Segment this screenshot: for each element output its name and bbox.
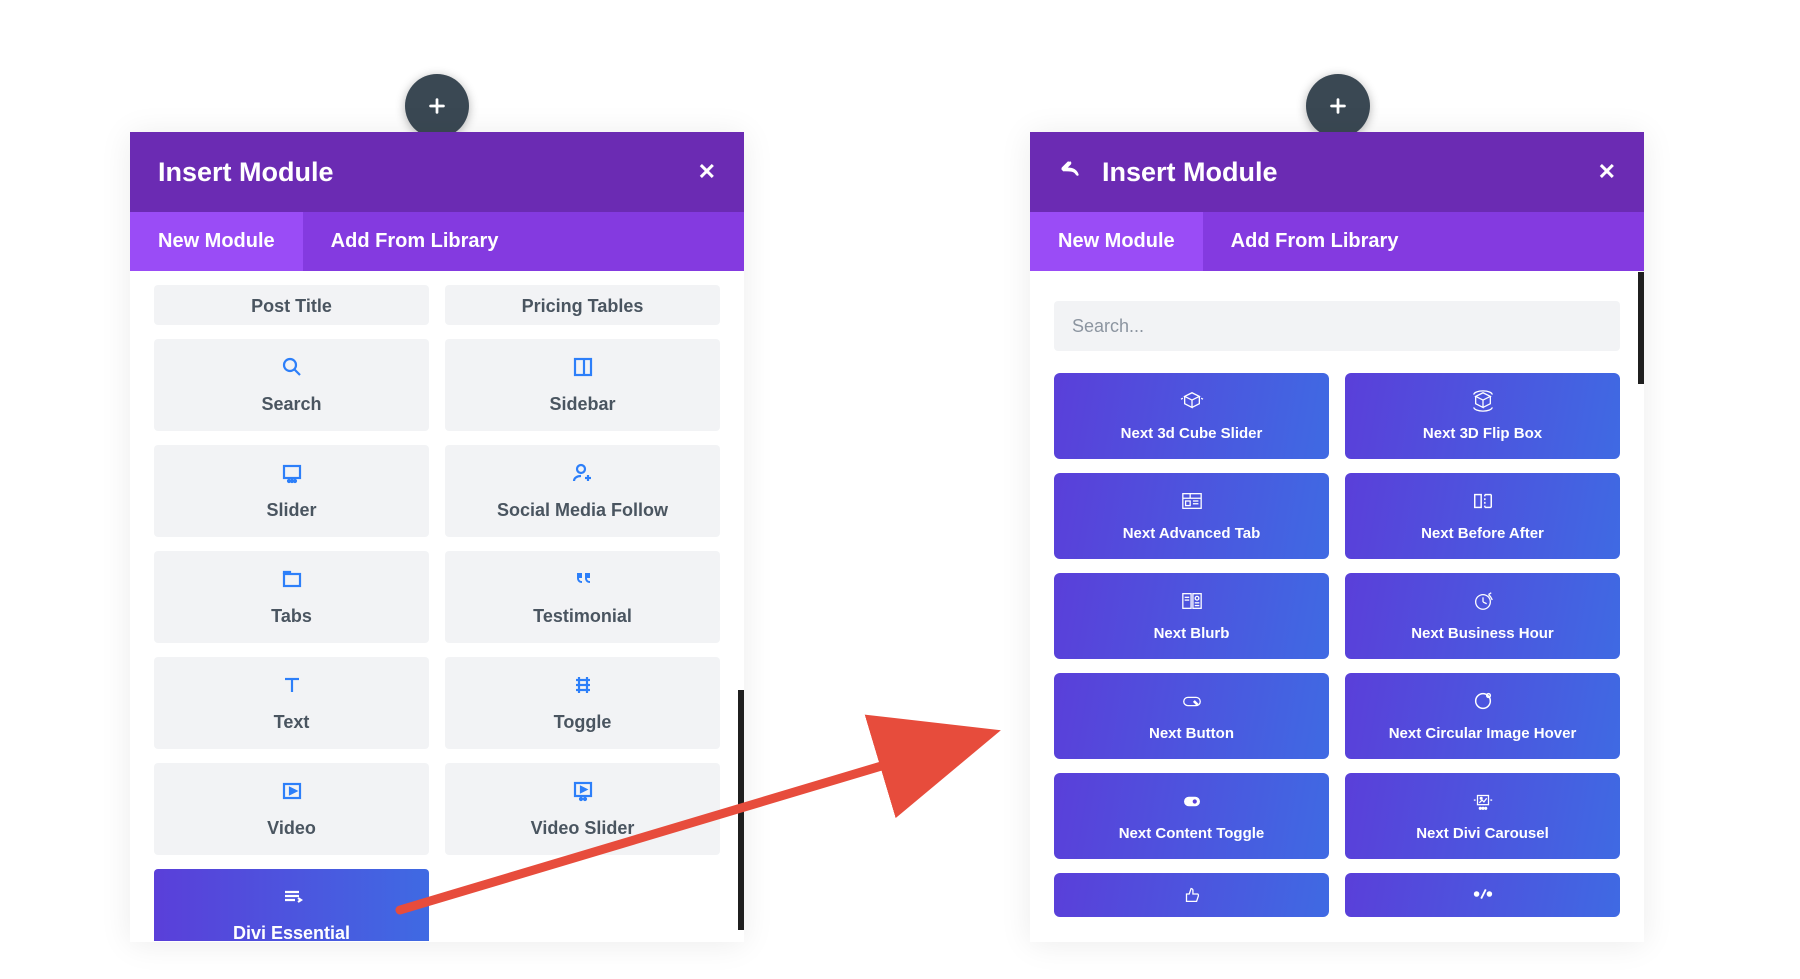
module-next-circular-image-hover[interactable]: Next Circular Image Hover [1345, 673, 1620, 759]
panel-body: Next 3d Cube Slider Next 3D Flip Box Nex… [1030, 271, 1644, 941]
sidebar-icon [571, 355, 595, 384]
module-slider[interactable]: Slider [154, 445, 429, 537]
panel-title: Insert Module [1102, 157, 1278, 188]
module-next-button[interactable]: Next Button [1054, 673, 1329, 759]
module-sidebar[interactable]: Sidebar [445, 339, 720, 431]
module-search[interactable]: Search [154, 339, 429, 431]
back-icon[interactable] [1058, 159, 1084, 186]
blurb-icon [1179, 590, 1205, 617]
panel-tabs: New Module Add From Library [130, 212, 744, 271]
video-slider-icon [571, 779, 595, 808]
thumbs-up-icon [1179, 883, 1205, 910]
module-next-blurb[interactable]: Next Blurb [1054, 573, 1329, 659]
module-post-title[interactable]: Post Title [154, 285, 429, 325]
panel-header: Insert Module ✕ [130, 132, 744, 212]
module-next-advanced-tab[interactable]: Next Advanced Tab [1054, 473, 1329, 559]
close-icon[interactable]: ✕ [1598, 159, 1616, 185]
module-next-before-after[interactable]: Next Before After [1345, 473, 1620, 559]
module-next-partial-left[interactable] [1054, 873, 1329, 917]
advanced-tab-icon [1179, 490, 1205, 517]
module-text[interactable]: Text [154, 657, 429, 749]
search-input[interactable] [1054, 301, 1620, 351]
video-icon [280, 779, 304, 808]
carousel-icon [1470, 790, 1496, 817]
scrollbar-thumb[interactable] [738, 690, 744, 930]
module-divi-essential[interactable]: Divi Essential [154, 869, 429, 941]
add-module-button[interactable] [1306, 74, 1370, 138]
tab-add-from-library[interactable]: Add From Library [1203, 212, 1427, 271]
search-icon [280, 355, 304, 384]
tab-add-from-library[interactable]: Add From Library [303, 212, 527, 271]
tab-new-module[interactable]: New Module [1030, 212, 1203, 271]
circle-image-icon [1470, 690, 1496, 717]
panel-title: Insert Module [158, 157, 334, 188]
module-next-divi-carousel[interactable]: Next Divi Carousel [1345, 773, 1620, 859]
clock-icon [1470, 590, 1496, 617]
add-module-button[interactable] [405, 74, 469, 138]
module-next-partial-right[interactable] [1345, 873, 1620, 917]
insert-module-panel-right: Insert Module ✕ New Module Add From Libr… [1030, 132, 1644, 942]
quote-icon [571, 567, 595, 596]
toggle-list-icon [571, 673, 595, 702]
insert-module-panel-left: Insert Module ✕ New Module Add From Libr… [130, 132, 744, 942]
panel-header: Insert Module ✕ [1030, 132, 1644, 212]
module-next-business-hour[interactable]: Next Business Hour [1345, 573, 1620, 659]
person-plus-icon [571, 461, 595, 490]
slider-icon [280, 461, 304, 490]
module-video[interactable]: Video [154, 763, 429, 855]
module-social-media-follow[interactable]: Social Media Follow [445, 445, 720, 537]
dots-slash-icon [1470, 883, 1496, 910]
before-after-icon [1470, 490, 1496, 517]
close-icon[interactable]: ✕ [698, 159, 716, 185]
module-video-slider[interactable]: Video Slider [445, 763, 720, 855]
toggle-switch-icon [1179, 790, 1205, 817]
module-tabs[interactable]: Tabs [154, 551, 429, 643]
module-next-3d-cube-slider[interactable]: Next 3d Cube Slider [1054, 373, 1329, 459]
flip-box-icon [1470, 390, 1496, 417]
essential-icon [280, 884, 304, 913]
button-icon [1179, 690, 1205, 717]
module-next-3d-flip-box[interactable]: Next 3D Flip Box [1345, 373, 1620, 459]
cube-icon [1179, 390, 1205, 417]
module-toggle[interactable]: Toggle [445, 657, 720, 749]
panel-tabs: New Module Add From Library [1030, 212, 1644, 271]
scrollbar-thumb[interactable] [1638, 272, 1644, 384]
module-next-content-toggle[interactable]: Next Content Toggle [1054, 773, 1329, 859]
module-pricing-tables[interactable]: Pricing Tables [445, 285, 720, 325]
module-testimonial[interactable]: Testimonial [445, 551, 720, 643]
tabs-icon [280, 567, 304, 596]
tab-new-module[interactable]: New Module [130, 212, 303, 271]
text-icon [280, 673, 304, 702]
panel-body: Post Title Pricing Tables Search Sidebar… [130, 271, 744, 941]
